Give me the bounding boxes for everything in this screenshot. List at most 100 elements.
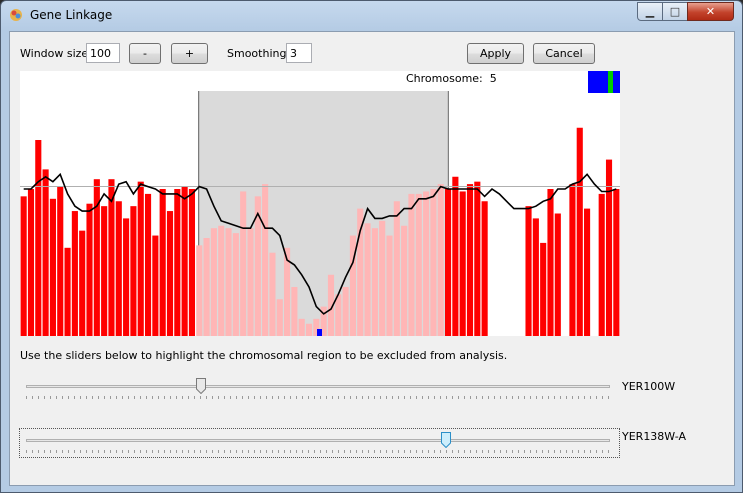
data-bar: [342, 287, 349, 336]
data-bar: [210, 228, 217, 336]
data-bar: [152, 235, 159, 336]
instructions-text: Use the sliders below to highlight the c…: [20, 349, 508, 362]
data-bar: [554, 213, 561, 336]
data-bar: [298, 318, 305, 336]
chromosome-value: 5: [489, 72, 497, 85]
cancel-button[interactable]: Cancel: [533, 43, 595, 64]
smoothing-input[interactable]: [286, 43, 312, 63]
data-bar: [203, 238, 210, 336]
start-slider-ticks: [26, 396, 612, 399]
data-bar: [598, 193, 605, 336]
position-marker: [317, 329, 322, 336]
data-bar: [137, 181, 144, 336]
data-bar: [20, 196, 27, 336]
data-bar: [196, 245, 203, 336]
start-slider-label: YER100W: [622, 380, 676, 393]
data-bar: [218, 225, 225, 336]
data-bar: [49, 198, 56, 336]
end-slider-thumb[interactable]: [441, 432, 452, 448]
increase-window-button[interactable]: +: [171, 43, 208, 64]
data-bar: [174, 189, 181, 336]
data-bar: [181, 186, 188, 336]
data-bar: [386, 235, 393, 336]
data-bar: [144, 193, 152, 336]
chromosome-indicator: Chromosome: 5: [406, 72, 497, 85]
data-bar: [474, 181, 481, 336]
linkage-chart: [20, 71, 620, 336]
data-bar: [532, 218, 539, 336]
data-bar: [364, 223, 371, 336]
data-bar: [225, 228, 232, 336]
end-slider-track[interactable]: [26, 439, 610, 442]
data-bar: [159, 189, 166, 336]
end-slider-label: YER138W-A: [622, 430, 686, 443]
dialog-body: Window size: - + Smoothing: Apply Cancel…: [9, 31, 735, 486]
data-bar: [27, 189, 35, 336]
data-bar: [269, 252, 276, 336]
data-bar: [430, 189, 437, 336]
data-bar: [166, 211, 174, 336]
data-bar: [401, 225, 408, 336]
data-bar: [130, 206, 137, 336]
data-bar: [408, 193, 415, 336]
data-bar: [466, 184, 474, 336]
data-bar: [613, 189, 620, 336]
data-bar: [357, 208, 364, 336]
data-bar: [335, 294, 342, 336]
data-bar: [459, 191, 466, 336]
data-bar: [247, 228, 254, 336]
data-bar: [481, 201, 488, 336]
data-bar: [240, 191, 247, 336]
data-bar: [86, 203, 93, 336]
app-icon: [10, 9, 22, 21]
chromosome-highlight-marker: [608, 71, 613, 93]
window-size-input[interactable]: [86, 43, 120, 63]
data-bar: [188, 189, 196, 336]
title-bar[interactable]: Gene Linkage ▁ □ ✕: [1, 1, 742, 31]
chromosome-label: Chromosome:: [406, 72, 483, 85]
data-bar: [101, 206, 108, 336]
end-slider-ticks: [26, 450, 612, 453]
data-bar: [108, 179, 115, 336]
data-bar: [540, 242, 547, 336]
data-bar: [452, 176, 459, 336]
data-bar: [547, 189, 554, 336]
data-bar: [64, 247, 71, 336]
close-button[interactable]: ✕: [687, 2, 734, 21]
window-title: Gene Linkage: [30, 8, 113, 22]
linkage-plot[interactable]: Chromosome: 5: [20, 71, 620, 336]
data-bar: [393, 201, 400, 336]
data-bar: [115, 201, 122, 336]
gene-linkage-window: Gene Linkage ▁ □ ✕ Window size: - + Smoo…: [0, 0, 743, 493]
decrease-window-button[interactable]: -: [129, 43, 161, 64]
data-bar: [305, 323, 313, 336]
data-bar: [57, 186, 64, 336]
data-bar: [379, 220, 386, 336]
data-bar: [437, 184, 444, 336]
chromosome-color-swatch: [588, 71, 620, 93]
data-bar: [79, 230, 86, 336]
data-bar: [525, 206, 532, 336]
data-bar: [569, 184, 576, 336]
data-bar: [371, 228, 378, 336]
minimize-button[interactable]: ▁: [637, 2, 663, 21]
data-bar: [584, 208, 591, 336]
start-slider-track[interactable]: [26, 385, 610, 388]
data-bar: [423, 191, 430, 336]
start-slider-thumb[interactable]: [196, 378, 207, 394]
data-bar: [262, 184, 269, 336]
data-bar: [42, 169, 49, 336]
data-bar: [232, 233, 239, 336]
data-bar: [35, 140, 42, 336]
end-slider[interactable]: [20, 430, 620, 454]
start-slider[interactable]: [20, 376, 620, 400]
smoothing-label: Smoothing:: [227, 47, 291, 60]
apply-button[interactable]: Apply: [467, 43, 524, 64]
maximize-button[interactable]: □: [662, 2, 688, 21]
data-bar: [444, 189, 452, 336]
data-bar: [71, 211, 78, 336]
data-bar: [415, 193, 422, 336]
data-bar: [123, 218, 130, 336]
data-bar: [576, 127, 583, 336]
data-bar: [276, 299, 283, 336]
